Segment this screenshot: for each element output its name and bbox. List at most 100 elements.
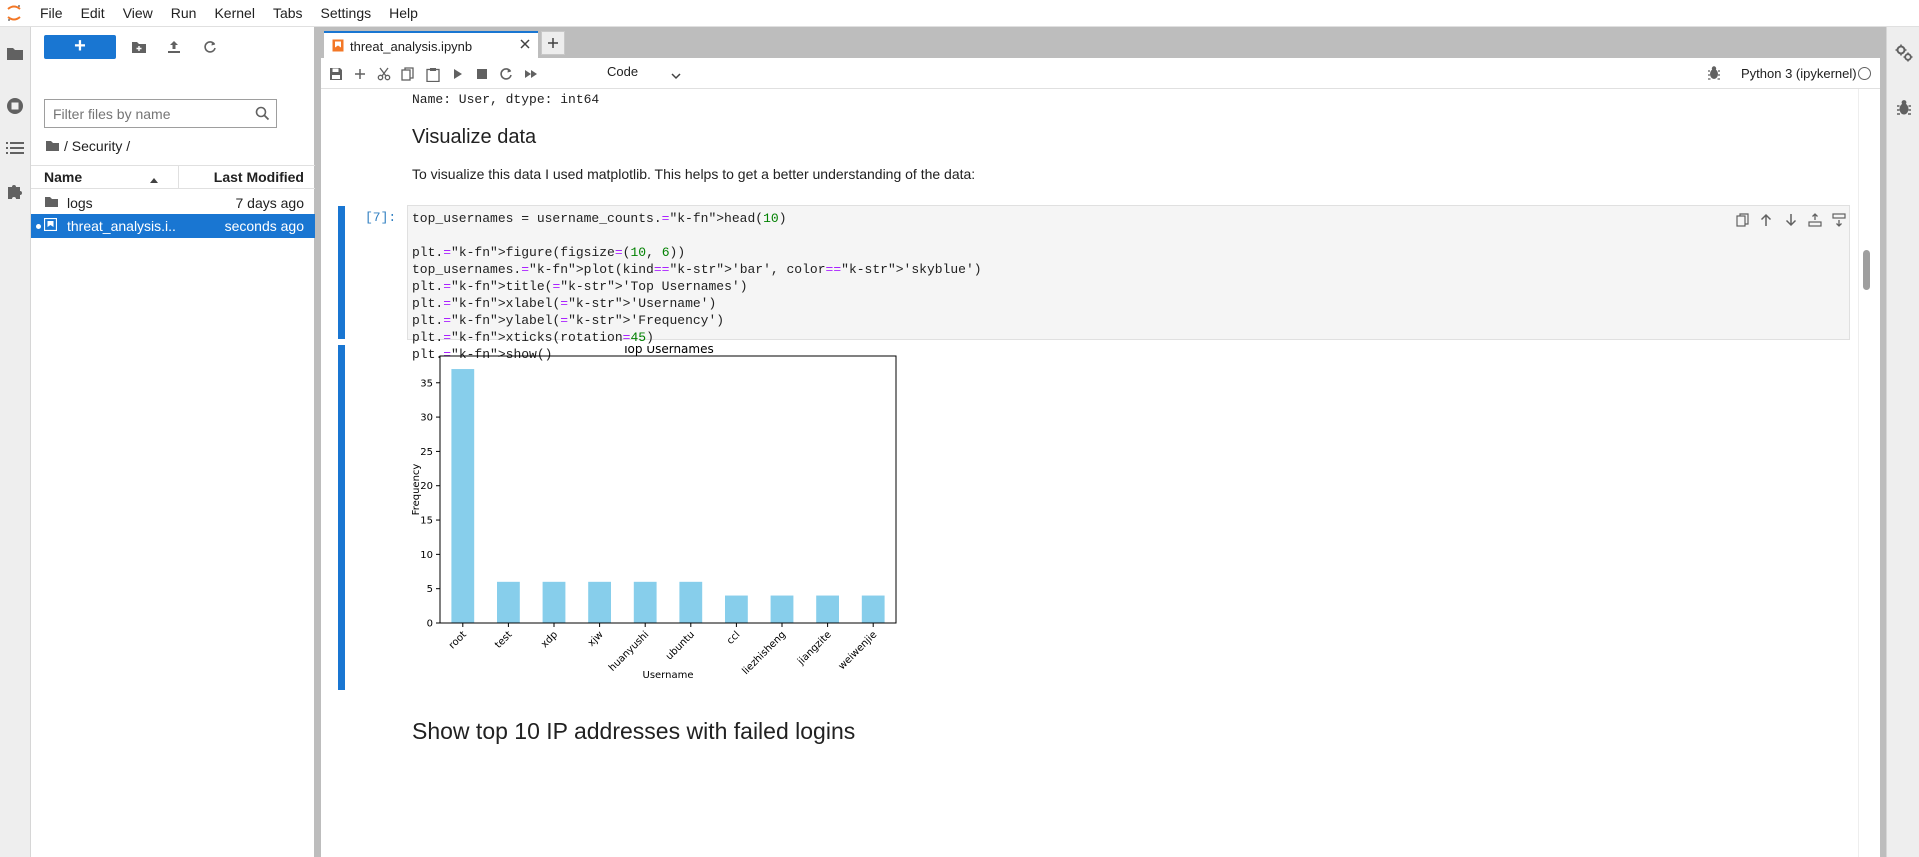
kernel-name[interactable]: Python 3 (ipykernel) [1741, 66, 1857, 81]
chart-title: Top Usernames [621, 346, 714, 356]
insert-cell-icon[interactable] [351, 65, 369, 83]
cut-icon[interactable] [375, 65, 393, 83]
code-line: plt.="k-fn">figure(figsize=(10, 6)) [412, 245, 686, 260]
sort-up-icon[interactable] [149, 171, 159, 187]
chart-bar [451, 369, 475, 623]
chart-bar [679, 581, 703, 623]
column-name[interactable]: Name [44, 169, 82, 185]
notebook-icon [332, 39, 344, 55]
code-line: plt.="k-fn">xticks(rotation=45) [412, 330, 654, 345]
x-tick-label: root [447, 629, 469, 651]
insert-below-icon[interactable] [1831, 212, 1847, 228]
fast-forward-icon[interactable] [522, 65, 540, 83]
new-launcher-button[interactable]: + [44, 35, 116, 59]
move-down-icon[interactable] [1783, 212, 1799, 228]
upload-icon[interactable] [165, 38, 183, 56]
menu-tabs[interactable]: Tabs [264, 0, 312, 27]
tab-threat-analysis[interactable]: threat_analysis.ipynb [324, 31, 538, 58]
table-of-contents-icon[interactable] [4, 137, 26, 159]
save-icon[interactable] [327, 65, 345, 83]
code-cell-editor[interactable]: top_usernames = username_counts.="k-fn">… [407, 205, 1870, 362]
bug-icon[interactable] [1707, 65, 1721, 86]
file-row-threat-analysis[interactable]: threat_analysis.i... seconds ago [31, 214, 315, 238]
move-up-icon[interactable] [1758, 212, 1774, 228]
breadcrumb[interactable]: / Security / [45, 137, 130, 155]
menu-settings[interactable]: Settings [312, 0, 381, 27]
cell-type-select[interactable]: Code [607, 64, 681, 80]
column-last-modified[interactable]: Last Modified [214, 169, 304, 185]
y-tick-label: 15 [420, 516, 433, 527]
kernel-status-idle-icon [1858, 67, 1871, 80]
close-icon[interactable] [519, 38, 531, 53]
file-list-header: Name Last Modified [31, 165, 315, 189]
chart-bar [861, 595, 885, 623]
x-tick-label: xjw [586, 629, 606, 649]
chart-output: 0 5 10 15 20 25 30 35 root test xdp xjw huanyushi ubu… [407, 342, 947, 686]
file-browser: + / Security / Name Last Modified logs 7… [31, 27, 315, 857]
file-row-logs[interactable]: logs 7 days ago [31, 191, 315, 215]
menu-kernel[interactable]: Kernel [205, 0, 263, 27]
search-icon [255, 106, 270, 126]
refresh-icon[interactable] [201, 38, 219, 56]
copy-icon[interactable] [399, 65, 417, 83]
jupyter-logo-icon [0, 0, 28, 27]
previous-cell-output: Name: User, dtype: int64 [412, 92, 600, 107]
x-tick-label: weiwenjie [837, 629, 880, 672]
right-sidebar-tabs [1886, 27, 1919, 857]
folder-icon[interactable] [4, 42, 26, 64]
property-inspector-icon[interactable] [1893, 42, 1915, 64]
left-sidebar-tabs [0, 27, 31, 857]
chevron-down-icon [671, 68, 681, 83]
restart-icon[interactable] [497, 65, 515, 83]
menu-view[interactable]: View [114, 0, 162, 27]
markdown-paragraph: To visualize this data I used matplotlib… [412, 166, 976, 182]
scrollbar-thumb[interactable] [1863, 250, 1870, 290]
menu-bar: File Edit View Run Kernel Tabs Settings … [0, 0, 1919, 27]
new-folder-icon[interactable] [130, 38, 148, 56]
plus-icon [548, 38, 558, 48]
add-tab-button[interactable] [541, 31, 565, 55]
chart-bar [770, 595, 794, 623]
file-filter-input-box[interactable] [44, 99, 277, 128]
markdown-heading: Show top 10 IP addresses with failed log… [412, 718, 856, 744]
y-tick-label: 0 [427, 619, 433, 630]
duplicate-cell-icon[interactable] [1734, 212, 1750, 228]
file-modified: seconds ago [224, 218, 304, 234]
stop-icon[interactable] [473, 65, 491, 83]
paste-icon[interactable] [424, 65, 442, 83]
notebook-scrollbar[interactable] [1858, 89, 1874, 857]
tab-label: threat_analysis.ipynb [350, 39, 473, 54]
menu-file[interactable]: File [28, 0, 72, 27]
extension-manager-icon[interactable] [4, 180, 26, 202]
code-line: plt.="k-fn">xlabel(="k-str">'Username') [412, 296, 717, 311]
notebook-toolbar: Code Python 3 (ipykernel) [321, 58, 1880, 89]
running-sessions-icon[interactable] [4, 95, 26, 117]
y-tick-label: 35 [420, 378, 433, 389]
file-name: threat_analysis.i... [67, 218, 177, 234]
active-cell-output-collapser[interactable] [338, 345, 345, 690]
code-editor-text[interactable]: top_usernames = username_counts.="k-fn">… [412, 210, 982, 363]
cell-type-value: Code [607, 64, 639, 79]
chart-bar [725, 595, 748, 623]
chart-bar [542, 581, 566, 623]
y-tick-label: 25 [420, 447, 433, 458]
debugger-bug-icon[interactable] [1893, 96, 1915, 118]
x-tick-label: liezhisheng [740, 629, 788, 677]
file-filter-input[interactable] [53, 106, 248, 122]
x-tick-label: ubuntu [664, 629, 697, 662]
input-prompt: [7]: [365, 210, 397, 225]
column-divider[interactable] [178, 166, 179, 188]
menu-run[interactable]: Run [162, 0, 206, 27]
insert-above-icon[interactable] [1807, 212, 1823, 228]
menu-help[interactable]: Help [380, 0, 427, 27]
menu-edit[interactable]: Edit [72, 0, 114, 27]
chart-bar [633, 581, 657, 623]
folder-icon [44, 195, 59, 211]
chart-bar [588, 581, 611, 623]
breadcrumb-path[interactable]: / Security / [64, 138, 130, 154]
code-line: top_usernames.="k-fn">plot(kind=="k-str"… [412, 262, 982, 277]
x-tick-label: huanyushi [607, 629, 651, 673]
chart-bar [816, 595, 839, 623]
active-cell-input-collapser[interactable] [338, 206, 345, 339]
run-icon[interactable] [449, 65, 467, 83]
